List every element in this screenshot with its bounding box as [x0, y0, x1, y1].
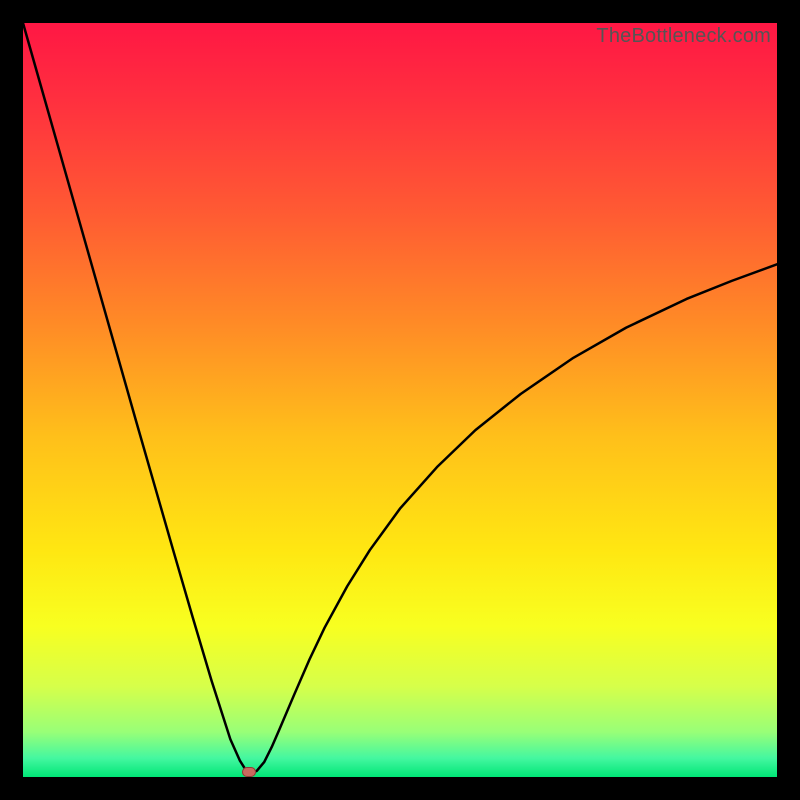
gradient-background — [23, 23, 777, 777]
chart-frame: TheBottleneck.com — [23, 23, 777, 777]
watermark-text: TheBottleneck.com — [596, 25, 771, 48]
optimum-marker — [242, 767, 256, 777]
bottleneck-chart — [23, 23, 777, 777]
